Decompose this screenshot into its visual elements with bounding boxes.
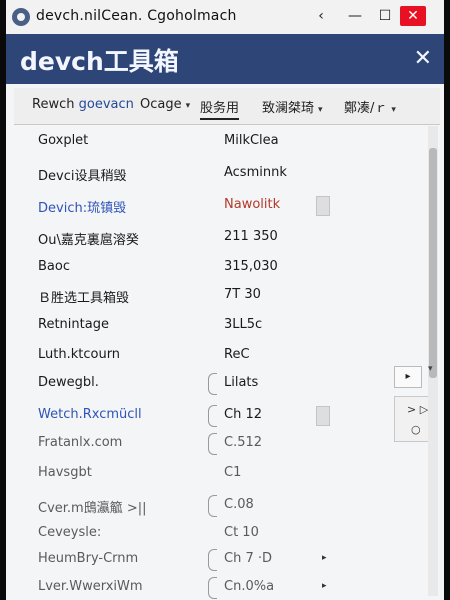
item-value: MilkClea: [224, 133, 279, 148]
media-controls: > ▷ ○: [394, 396, 432, 442]
indicator-chip: [316, 406, 330, 426]
window-title: devch.nilCean. Cgoholmach: [36, 8, 237, 24]
scroll-down-icon[interactable]: ▾: [428, 364, 433, 374]
toolbar-dropdown-filter-label: 致澜桀琦: [262, 101, 315, 116]
property-list: Goxplet MilkClea Devci设具稍毁 Acsminnk Devi…: [14, 126, 432, 600]
scrollbar-thumb[interactable]: [429, 148, 437, 378]
item-value: Acsminnk: [224, 165, 287, 180]
item-name: Cver.m䲭瀛䉉 >||: [38, 501, 147, 516]
app-window: devch.nilCean. Cgoholmach ‹ — ☐ ✕ devch工…: [0, 0, 450, 600]
list-item[interactable]: Fratanlx.com C.512: [14, 428, 418, 461]
bracket-marker: [208, 549, 217, 571]
bracket-marker: [208, 373, 217, 395]
skip-icon[interactable]: > ▷: [407, 403, 428, 416]
list-item[interactable]: Lver.WwerxiWm Cn.0%a ▸: [14, 572, 418, 600]
tab-active[interactable]: 股务用: [200, 97, 240, 120]
toolbar-search-label: Rewch: [32, 97, 79, 112]
bracket-marker: [208, 405, 217, 427]
toolbar-dropdown-more-label: 鄭凑/ｒ: [344, 101, 388, 116]
item-value: ReC: [224, 347, 250, 362]
item-value: Ct 10: [224, 525, 259, 540]
item-name: Ou\嘉克裏扈溶癸: [38, 233, 139, 248]
list-item[interactable]: Havsgbt C1: [14, 458, 418, 491]
item-value-alert: Nawolitk: [224, 197, 281, 212]
item-value: C.08: [224, 497, 254, 512]
item-name-link[interactable]: Wetch.Rxcmücll: [38, 407, 142, 422]
minimize-button[interactable]: —: [344, 6, 366, 26]
play-button[interactable]: ▸: [394, 366, 422, 388]
item-name: Dewegbl.: [38, 375, 99, 390]
app-header: devch工具箱 ✕: [6, 34, 444, 84]
indicator-chip: [316, 196, 330, 216]
list-item[interactable]: Dewegbl. Lilats: [14, 368, 418, 401]
chevron-down-icon: ▾: [185, 101, 191, 111]
chevron-down-icon: ▾: [318, 105, 323, 115]
list-item[interactable]: Ｂ胜选工具箱毁 7T 30: [14, 280, 418, 313]
app-logo-icon: [12, 8, 30, 26]
list-item[interactable]: Retnintage 3LL5c: [14, 310, 418, 343]
list-item[interactable]: Goxplet MilkClea: [14, 126, 418, 159]
expand-arrow-icon[interactable]: ▸: [322, 581, 327, 591]
item-value: 315,030: [224, 259, 278, 274]
toolbar: Rewch goevacn Ocage ▾ 股务用 致澜桀琦 ▾ 鄭凑/ｒ ▾: [14, 88, 440, 125]
expand-arrow-icon[interactable]: ▸: [322, 553, 327, 563]
bracket-marker: [208, 495, 217, 517]
toolbar-dropdown-usage-label: Ocage: [140, 97, 182, 112]
chevron-down-icon: ▾: [391, 105, 396, 115]
back-icon[interactable]: ‹: [310, 6, 332, 26]
item-name: Ｂ胜选工具箱毁: [38, 291, 130, 306]
toolbar-search-value: goevacn: [78, 97, 134, 112]
maximize-button[interactable]: ☐: [374, 6, 396, 26]
list-item[interactable]: Devci设具稍毁 Acsminnk: [14, 158, 418, 191]
toolbar-dropdown-filter[interactable]: 致澜桀琦 ▾: [262, 97, 323, 116]
item-value: Lilats: [224, 375, 259, 390]
item-value: 3LL5c: [224, 317, 263, 332]
item-value: Ch 12: [224, 407, 262, 422]
item-value: 211 350: [224, 229, 278, 244]
bracket-marker: [208, 577, 217, 599]
item-name: Lver.WwerxiWm: [38, 579, 143, 594]
circle-icon[interactable]: ○: [411, 423, 421, 436]
item-name: Ceveysle:: [38, 525, 102, 540]
item-value: 7T 30: [224, 287, 261, 302]
item-value: Cn.0%a: [224, 579, 275, 594]
item-name: Goxplet: [38, 133, 89, 148]
item-name: Devci设具稍毁: [38, 169, 127, 184]
item-value: C.512: [224, 435, 263, 450]
list-item[interactable]: Devich:琉镇毁 Nawolitk: [14, 190, 418, 223]
item-name: Baoc: [38, 259, 70, 274]
item-name: Luth.ktcourn: [38, 347, 121, 362]
scrollbar[interactable]: ▾: [428, 126, 438, 596]
toolbar-dropdown-usage[interactable]: Ocage ▾: [140, 97, 190, 112]
item-name: Retnintage: [38, 317, 109, 332]
item-value: Ch 7 ·D: [224, 551, 272, 566]
item-name: Havsgbt: [38, 465, 92, 480]
list-item[interactable]: Ou\嘉克裏扈溶癸 211 350: [14, 222, 418, 255]
toolbar-search[interactable]: Rewch goevacn: [32, 97, 134, 112]
tab-active-label: 股务用: [200, 101, 240, 116]
item-name-link[interactable]: Devich:琉镇毁: [38, 197, 126, 216]
item-value: C1: [224, 465, 242, 480]
title-bar: devch.nilCean. Cgoholmach ‹ — ☐ ✕: [6, 0, 444, 35]
close-icon[interactable]: ✕: [414, 46, 432, 71]
bracket-marker: [208, 433, 217, 455]
app-title: devch工具箱: [20, 47, 179, 76]
close-window-button[interactable]: ✕: [400, 6, 426, 26]
item-name: HeumBry-Crnm: [38, 551, 139, 566]
toolbar-dropdown-more[interactable]: 鄭凑/ｒ ▾: [344, 97, 396, 116]
item-name: Fratanlx.com: [38, 435, 123, 450]
